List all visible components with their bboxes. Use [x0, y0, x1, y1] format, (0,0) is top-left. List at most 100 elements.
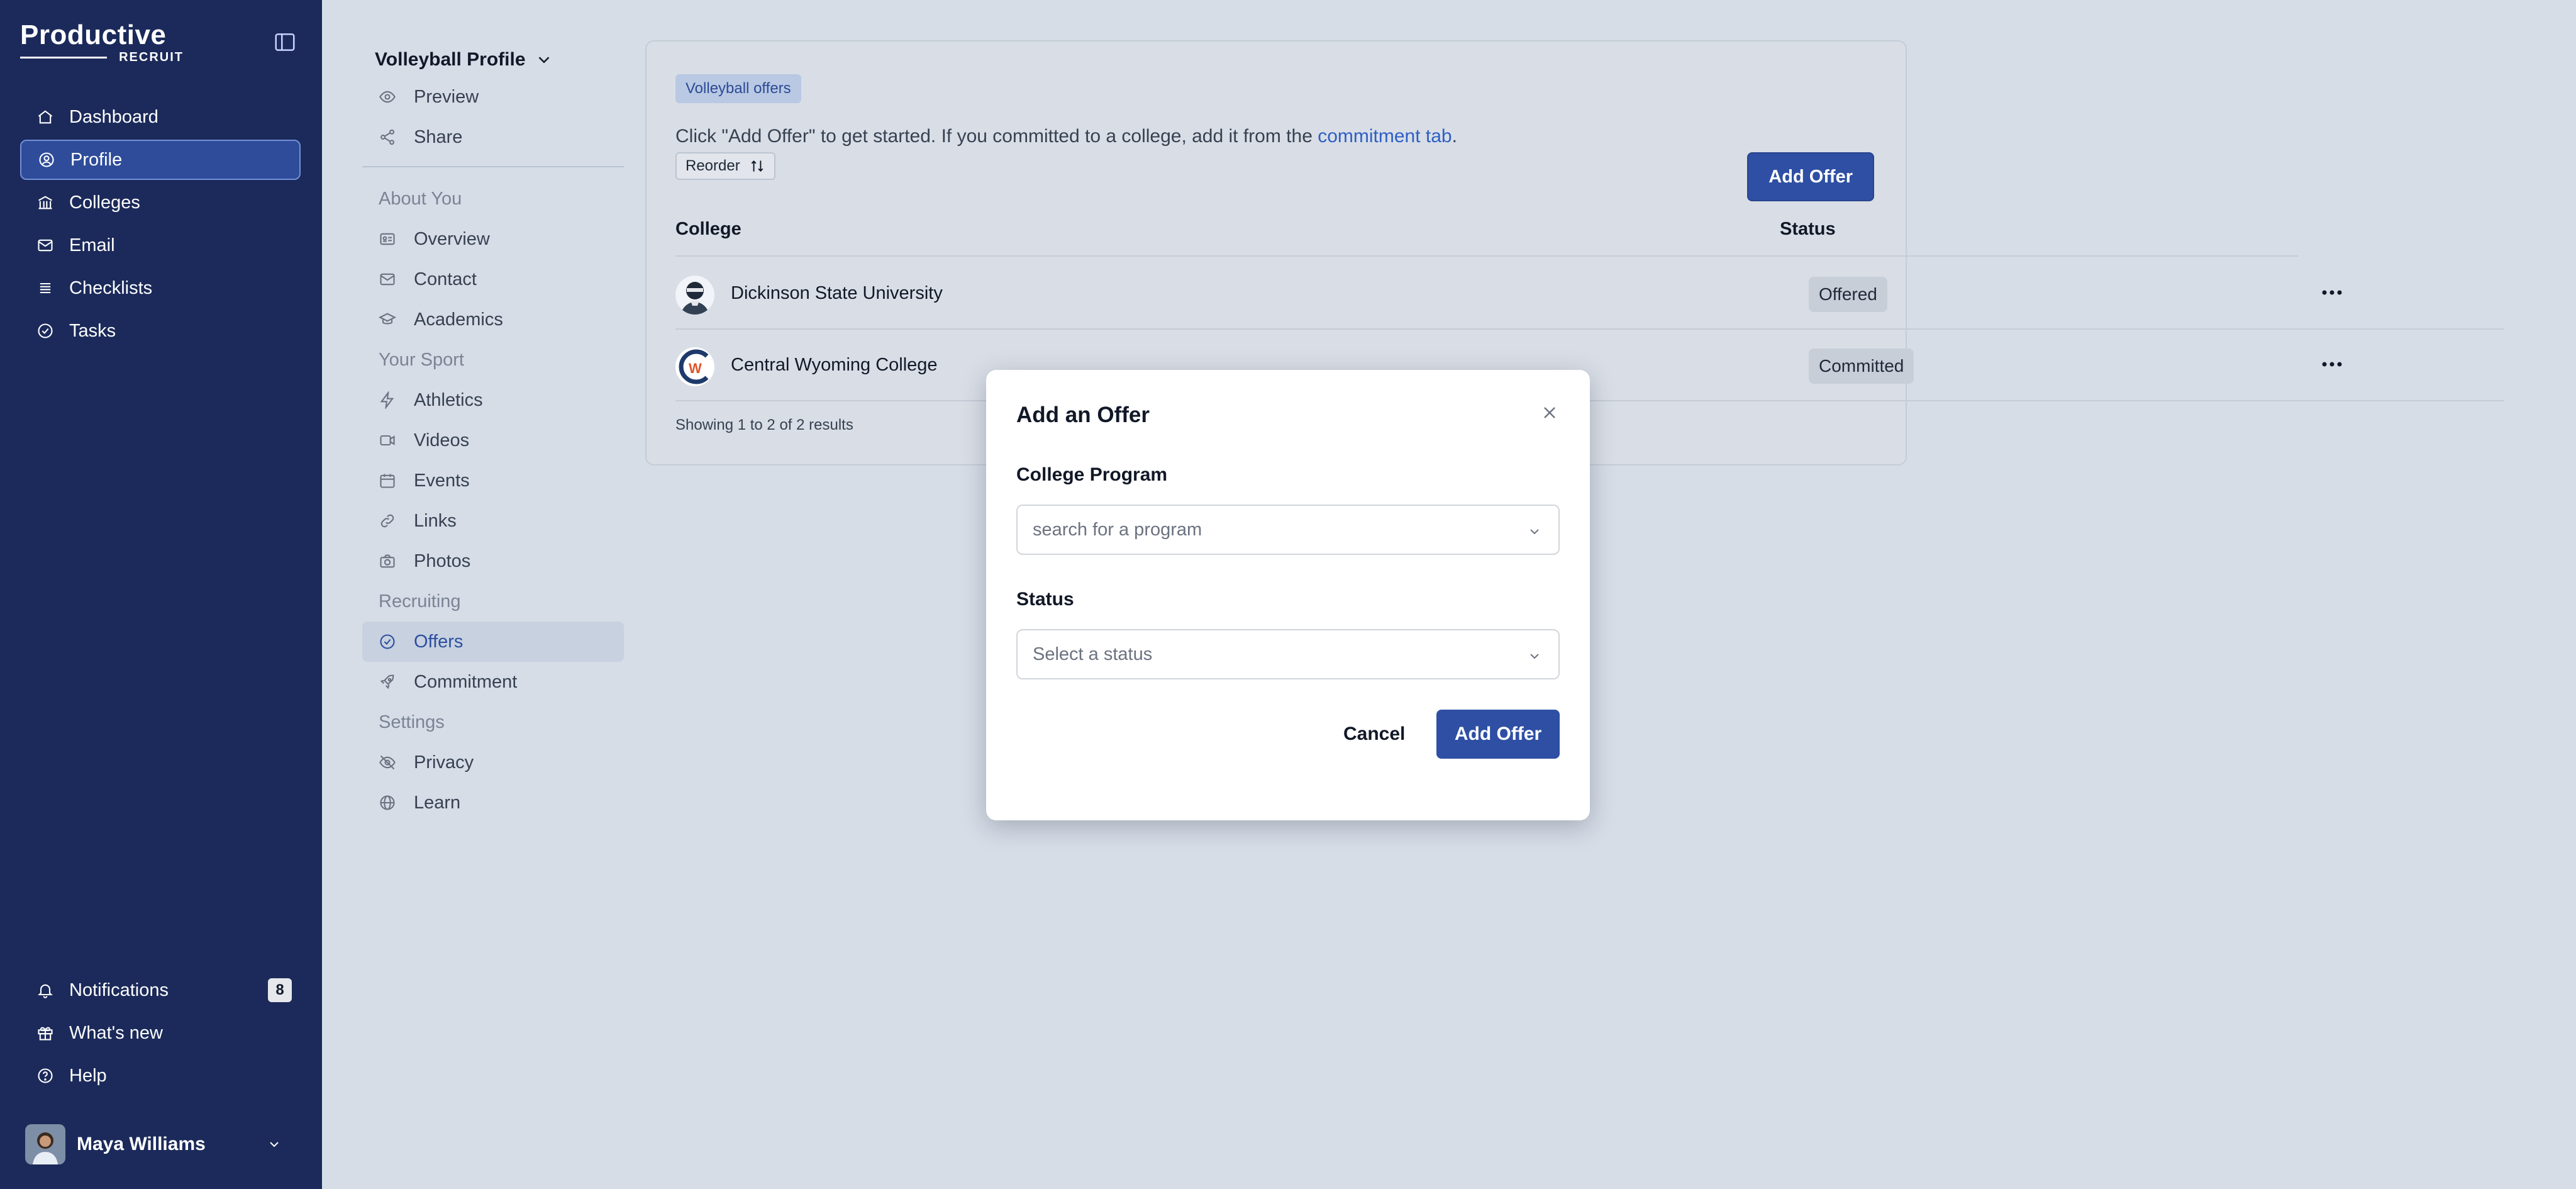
nav-label: Tasks	[69, 320, 116, 341]
sub-item-label: Learn	[414, 792, 461, 813]
results-count: Showing 1 to 2 of 2 results	[675, 416, 853, 433]
close-icon[interactable]	[1540, 403, 1560, 423]
sub-item-preview[interactable]: Preview	[362, 77, 624, 117]
nav-item-tasks[interactable]: Tasks	[20, 311, 301, 351]
status-label: Status	[1016, 589, 1074, 610]
column-header-status: Status	[1780, 219, 1836, 239]
college-program-placeholder: search for a program	[1033, 519, 1202, 540]
college-logo	[675, 276, 714, 315]
row-divider	[675, 400, 2504, 401]
main-nav: Dashboard Profile Colleges Email Checkli…	[20, 97, 301, 354]
intro-text-end: .	[1452, 126, 1457, 147]
add-offer-modal: Add an Offer College Program search for …	[986, 370, 1590, 820]
college-program-label: College Program	[1016, 464, 1168, 485]
sub-item-label: Share	[414, 126, 463, 147]
rocket-icon	[379, 673, 396, 691]
status-badge: Offered	[1809, 277, 1887, 312]
sub-item-commitment[interactable]: Commitment	[362, 662, 624, 702]
reorder-button[interactable]: Reorder	[675, 152, 775, 180]
user-circle-icon	[38, 151, 55, 169]
commitment-tab-link[interactable]: commitment tab	[1318, 126, 1452, 147]
productive-recruit-logo[interactable]: Productive RECRUIT	[20, 21, 184, 65]
section-recruiting: Recruiting	[379, 591, 461, 611]
sub-item-videos[interactable]: Videos	[362, 420, 624, 461]
sub-item-label: Contact	[414, 269, 477, 289]
nav-label: What's new	[69, 1022, 163, 1043]
nav-label: Email	[69, 235, 115, 255]
sub-item-label: Links	[414, 510, 457, 531]
avatar	[25, 1124, 65, 1164]
sub-item-share[interactable]: Share	[362, 117, 624, 157]
more-options-icon[interactable]	[2321, 355, 2343, 374]
sub-item-events[interactable]: Events	[362, 461, 624, 501]
user-menu[interactable]: Maya Williams	[25, 1124, 289, 1165]
profile-switcher[interactable]: Volleyball Profile	[362, 43, 624, 77]
sub-item-academics[interactable]: Academics	[362, 299, 624, 340]
cancel-button[interactable]: Cancel	[1331, 710, 1418, 759]
mail-icon	[36, 237, 54, 254]
sub-item-athletics[interactable]: Athletics	[362, 380, 624, 420]
svg-text:W: W	[689, 360, 702, 376]
status-badge: Committed	[1809, 349, 1914, 384]
college-name: Central Wyoming College	[731, 355, 938, 375]
sub-item-label: Preview	[414, 86, 479, 107]
add-offer-button[interactable]: Add Offer	[1747, 152, 1874, 201]
check-circle-icon	[379, 633, 396, 650]
sub-item-label: Events	[414, 470, 470, 491]
video-icon	[379, 432, 396, 449]
link-icon	[379, 512, 396, 530]
app-sidebar: Productive RECRUIT Dashboard Profile Col…	[0, 0, 322, 1189]
college-program-select[interactable]: search for a program	[1016, 505, 1560, 555]
sub-item-overview[interactable]: Overview	[362, 219, 624, 259]
college-name: Dickinson State University	[731, 283, 943, 303]
modal-title: Add an Offer	[1016, 403, 1150, 427]
check-circle-icon	[36, 322, 54, 340]
sub-item-contact[interactable]: Contact	[362, 259, 624, 299]
gift-icon	[36, 1024, 54, 1042]
sidebar-toggle-icon[interactable]	[273, 30, 297, 54]
sub-item-label: Athletics	[414, 389, 483, 410]
header-divider	[675, 255, 2298, 257]
nav-item-help[interactable]: Help	[20, 1056, 301, 1096]
sub-item-links[interactable]: Links	[362, 501, 624, 541]
section-settings: Settings	[379, 712, 445, 732]
camera-icon	[379, 552, 396, 570]
nav-item-notifications[interactable]: Notifications 8	[20, 970, 301, 1010]
bottom-nav: Notifications 8 What's new Help	[20, 970, 301, 1098]
bolt-icon	[379, 391, 396, 409]
nav-item-checklists[interactable]: Checklists	[20, 268, 301, 308]
nav-item-email[interactable]: Email	[20, 225, 301, 265]
sub-item-learn[interactable]: Learn	[362, 783, 624, 823]
nav-item-whats-new[interactable]: What's new	[20, 1013, 301, 1053]
nav-item-profile[interactable]: Profile	[20, 140, 301, 180]
sub-item-offers[interactable]: Offers	[362, 622, 624, 662]
building-icon	[36, 194, 54, 211]
profile-switcher-label: Volleyball Profile	[375, 49, 526, 70]
sub-item-label: Offers	[414, 631, 464, 652]
help-circle-icon	[36, 1067, 54, 1085]
mail-icon	[379, 271, 396, 288]
sort-arrows-icon	[751, 160, 763, 172]
chevron-down-icon	[1527, 648, 1542, 663]
notification-count-badge: 8	[268, 978, 292, 1002]
sub-item-label: Videos	[414, 430, 470, 450]
eye-icon	[379, 88, 396, 106]
sub-item-label: Commitment	[414, 671, 518, 692]
table-row: Dickinson State University Offered	[675, 258, 2504, 328]
chevron-down-icon	[1527, 523, 1542, 539]
section-tag: Volleyball offers	[675, 74, 801, 103]
nav-item-dashboard[interactable]: Dashboard	[20, 97, 301, 137]
section-about-you: About You	[379, 188, 462, 209]
nav-item-colleges[interactable]: Colleges	[20, 182, 301, 223]
submit-add-offer-button[interactable]: Add Offer	[1436, 710, 1560, 759]
status-select[interactable]: Select a status	[1016, 629, 1560, 679]
sub-item-photos[interactable]: Photos	[362, 541, 624, 581]
nav-label: Dashboard	[69, 106, 158, 127]
nav-label: Notifications	[69, 980, 169, 1000]
nav-label: Profile	[70, 149, 123, 170]
sub-item-privacy[interactable]: Privacy	[362, 742, 624, 783]
brand-sub: RECRUIT	[119, 50, 184, 64]
more-options-icon[interactable]	[2321, 283, 2343, 302]
chevron-down-icon	[267, 1137, 282, 1152]
id-card-icon	[379, 230, 396, 248]
